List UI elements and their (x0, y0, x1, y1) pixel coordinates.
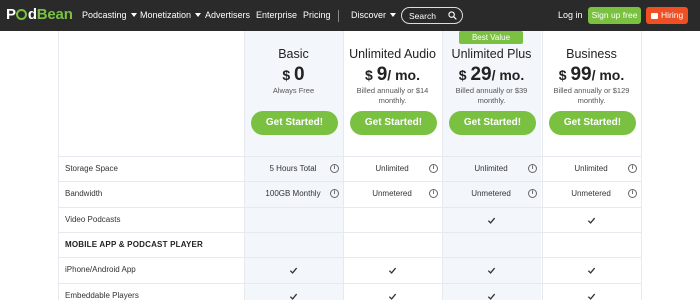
section-heading: MOBILE APP & PODCAST PLAYER (65, 240, 204, 249)
podbean-logo[interactable]: PdBean (6, 6, 73, 23)
price-period: / mo. (591, 67, 625, 83)
plan-header-business: Business $ 99/ mo. Billed annually or $129… (542, 31, 641, 156)
info-icon[interactable]: i (429, 164, 438, 173)
price-currency: $ (558, 67, 571, 83)
plan-billing-note: Billed annually or $39 monthly. (455, 86, 528, 105)
top-nav: PdBean Podcasting Monetization Advertisers… (0, 0, 700, 31)
check-icon (289, 267, 298, 274)
price-currency: $ (458, 67, 471, 83)
plan-price: $ 99/ mo. (542, 64, 641, 86)
feature-value: Unlimited (574, 164, 608, 173)
plan-name: Business (566, 47, 617, 61)
nav-item-discover[interactable]: Discover (351, 10, 397, 20)
feature-label: iPhone/Android App (65, 265, 136, 274)
nav-item-label: Advertisers (205, 10, 251, 20)
get-started-button[interactable]: Get Started! (350, 111, 437, 135)
column-divider (58, 31, 59, 300)
nav-item-label: Enterprise (256, 10, 298, 20)
info-icon[interactable]: i (528, 164, 537, 173)
row-divider (58, 283, 642, 284)
info-icon[interactable]: i (330, 189, 339, 198)
plan-billing-note: Billed annually or $14 monthly. (356, 86, 429, 105)
nav-item-pricing[interactable]: Pricing (303, 10, 331, 20)
nav-item-monetization[interactable]: Monetization (140, 10, 202, 20)
feature-label: Bandwidth (65, 189, 103, 198)
feature-label: Video Podcasts (65, 215, 121, 224)
nav-divider (338, 10, 339, 22)
plan-price: $ 29/ mo. (442, 64, 541, 86)
plan-name: Unlimited Audio (349, 47, 436, 61)
feature-value: Unlimited (375, 164, 409, 173)
feature-value: 100GB Monthly (265, 189, 321, 198)
plan-price: $ 0 (244, 64, 343, 86)
info-icon[interactable]: i (628, 164, 637, 173)
chevron-down-icon (390, 13, 397, 17)
price-currency: $ (282, 67, 295, 83)
plan-billing-note: Always Free (272, 86, 315, 95)
nav-item-advertisers[interactable]: Advertisers (205, 10, 250, 20)
plan-name: Unlimited Plus (451, 47, 532, 61)
price-period: / mo. (491, 67, 525, 83)
price-amount: 99 (570, 64, 592, 85)
plan-header-unlimited-audio: Unlimited Audio $ 9/ mo. Billed annually o… (343, 31, 442, 156)
check-icon (587, 267, 596, 274)
check-icon (587, 217, 596, 224)
logo-d: d (27, 6, 37, 23)
search-box[interactable]: Search (401, 7, 463, 24)
signup-button[interactable]: Sign up free (588, 7, 641, 24)
logo-bean: Bean (36, 6, 73, 23)
info-icon[interactable]: i (429, 189, 438, 198)
check-icon (487, 267, 496, 274)
nav-item-enterprise[interactable]: Enterprise (256, 10, 297, 20)
search-icon[interactable] (448, 11, 457, 20)
check-icon (487, 217, 496, 224)
row-divider (58, 156, 642, 157)
price-amount: 0 (294, 64, 305, 85)
nav-item-label: Discover (351, 10, 387, 20)
price-amount: 9 (376, 64, 388, 85)
row-divider (58, 207, 642, 208)
pricing-table: Basic $ 0 Always Free Get Started! Unlimited… (58, 31, 642, 300)
get-started-button[interactable]: Get Started! (549, 111, 636, 135)
logo-o-icon (16, 9, 28, 20)
feature-value: 5 Hours Total (269, 164, 317, 173)
hiring-label: Hiring (661, 10, 684, 20)
row-divider (58, 232, 642, 233)
feature-value: Unmetered (571, 189, 611, 198)
feature-label: Storage Space (65, 164, 118, 173)
plan-price: $ 9/ mo. (343, 64, 442, 86)
check-icon (388, 267, 397, 274)
nav-item-podcasting[interactable]: Podcasting (82, 10, 137, 20)
feature-value: Unmetered (372, 189, 412, 198)
price-period: / mo. (387, 67, 420, 83)
search-label: Search (409, 11, 436, 21)
info-icon[interactable]: i (528, 189, 537, 198)
info-icon[interactable]: i (628, 189, 637, 198)
nav-item-label: Monetization (140, 10, 192, 20)
nav-item-label: Pricing (303, 10, 331, 20)
plan-billing-note: Billed annually or $129 monthly. (553, 86, 630, 105)
price-amount: 29 (470, 64, 492, 85)
info-icon[interactable]: i (330, 164, 339, 173)
nav-item-label: Podcasting (82, 10, 127, 20)
chevron-down-icon (130, 13, 137, 17)
chevron-down-icon (195, 13, 202, 17)
column-divider (641, 31, 642, 300)
feature-label: Embeddable Players (65, 291, 139, 300)
get-started-button[interactable]: Get Started! (449, 111, 536, 135)
plan-name: Basic (278, 47, 309, 61)
best-value-badge: Best Value (459, 31, 523, 44)
row-divider (58, 181, 642, 182)
plan-header-unlimited-plus: Unlimited Plus $ 29/ mo. Billed annually o… (442, 31, 541, 156)
row-divider (58, 257, 642, 258)
feature-value: Unlimited (474, 164, 508, 173)
price-currency: $ (365, 67, 377, 83)
get-started-button[interactable]: Get Started! (251, 111, 338, 135)
hiring-button[interactable]: Hiring (646, 7, 688, 24)
plan-header-basic: Basic $ 0 Always Free Get Started! (244, 31, 343, 156)
login-link[interactable]: Log in (558, 10, 583, 20)
feature-value: Unmetered (471, 189, 511, 198)
logo-p: P (6, 6, 16, 23)
flag-icon (651, 12, 658, 19)
